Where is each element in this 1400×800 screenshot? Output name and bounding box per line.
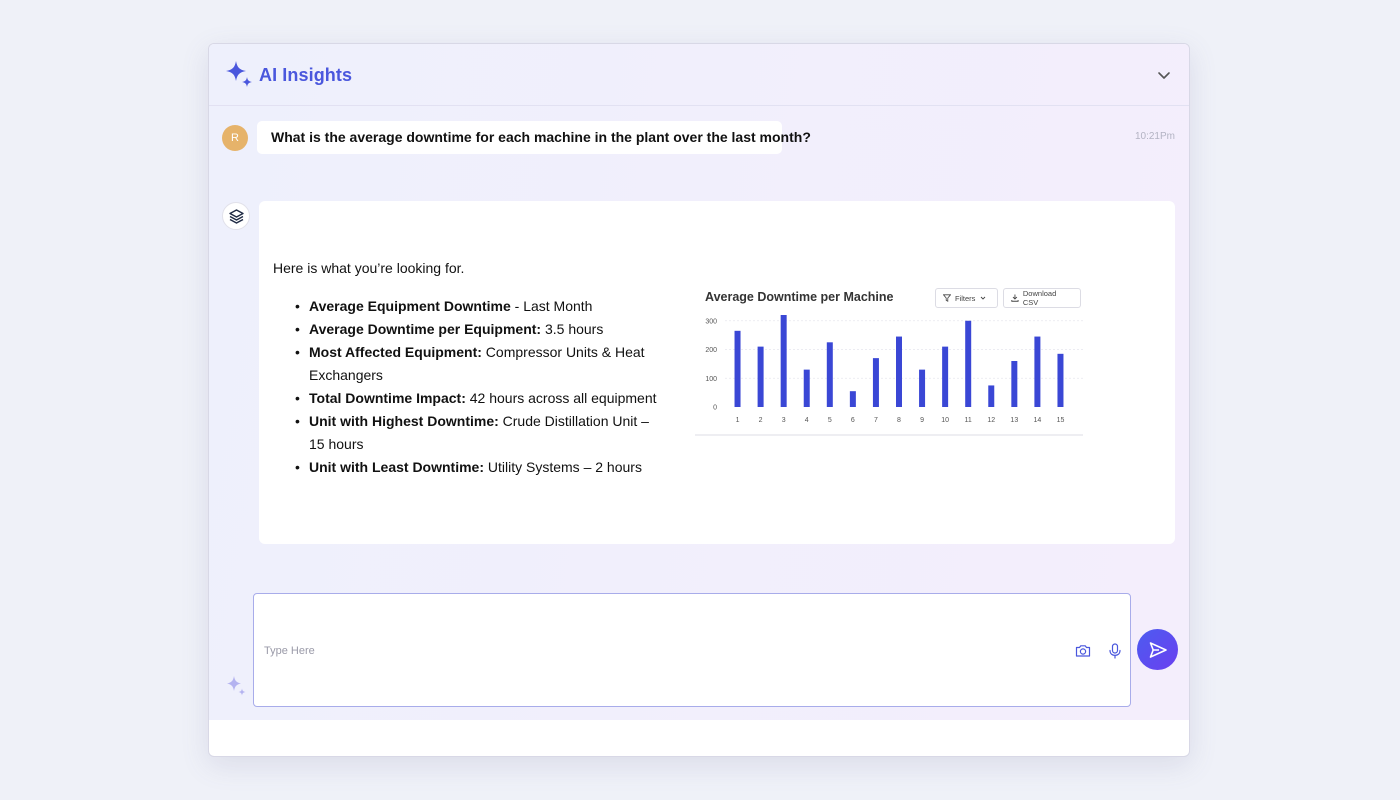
bullet-label: Unit with Least Downtime: <box>309 459 484 475</box>
microphone-icon[interactable] <box>1107 642 1123 660</box>
download-csv-button[interactable]: Download CSV <box>1003 288 1081 308</box>
chart-bar <box>1057 353 1064 407</box>
chart-bar <box>942 346 949 407</box>
x-tick-label: 1 <box>736 417 740 424</box>
layers-icon <box>229 209 244 224</box>
camera-icon[interactable] <box>1074 642 1092 660</box>
chart-bar <box>919 369 926 407</box>
chart-bar <box>988 385 995 407</box>
message-input[interactable] <box>264 641 1054 661</box>
list-item: Total Downtime Impact: 42 hours across a… <box>295 387 665 410</box>
x-tick-label: 6 <box>851 417 855 424</box>
chart-bar <box>872 358 879 407</box>
sparkle-icon <box>226 61 252 87</box>
chart-bar <box>1011 361 1018 407</box>
download-csv-label: Download CSV <box>1022 289 1057 307</box>
chart-title: Average Downtime per Machine <box>705 290 894 304</box>
x-tick-label: 3 <box>782 417 786 424</box>
download-icon <box>1011 294 1019 302</box>
y-tick-label: 100 <box>705 376 717 383</box>
list-item: Most Affected Equipment: Compressor Unit… <box>295 341 665 387</box>
bullet-label: Average Downtime per Equipment: <box>309 321 542 337</box>
y-tick-label: 300 <box>705 318 717 325</box>
bot-avatar <box>222 202 250 230</box>
x-tick-label: 2 <box>759 417 763 424</box>
x-tick-label: 8 <box>897 417 901 424</box>
message-composer <box>253 593 1131 707</box>
bullet-value: 3.5 hours <box>541 321 604 337</box>
x-tick-label: 14 <box>1034 417 1042 424</box>
chart-bar <box>803 369 810 407</box>
chart-bar <box>896 336 902 407</box>
bot-response-card: Here is what you’re looking for. Average… <box>259 201 1175 544</box>
x-tick-label: 11 <box>965 417 972 424</box>
bullet-label: Most Affected Equipment: <box>309 344 482 360</box>
bar-chart: 01002003001 2 3 4 5 6 7 8 9 10 11 12 13 14 15 <box>695 315 1083 436</box>
chat-window: AI Insights R What is the average downti… <box>208 43 1190 757</box>
x-tick-label: 9 <box>920 417 924 424</box>
chart-bar <box>965 320 972 407</box>
chart-bar <box>757 346 764 407</box>
x-tick-label: 15 <box>1057 417 1065 424</box>
filters-button[interactable]: Filters <box>935 288 998 308</box>
message-timestamp: 10:21Pm <box>1134 131 1175 142</box>
chart-bar <box>826 342 833 407</box>
insight-list: Average Equipment Downtime - Last Month … <box>295 295 665 479</box>
list-item: Unit with Highest Downtime: Crude Distil… <box>295 410 665 456</box>
x-tick-label: 5 <box>828 417 832 424</box>
response-intro: Here is what you’re looking for. <box>273 260 465 276</box>
list-item: Average Downtime per Equipment: 3.5 hour… <box>295 318 665 341</box>
sparkle-icon <box>227 676 246 696</box>
composer-area <box>209 580 1189 720</box>
chevron-down-icon <box>981 296 986 300</box>
list-item: Unit with Least Downtime: Utility System… <box>295 456 665 479</box>
chevron-down-icon[interactable] <box>1155 66 1173 84</box>
bullet-value: Utility Systems – 2 hours <box>484 459 642 475</box>
y-tick-label: 200 <box>705 347 717 354</box>
panel-title: AI Insights <box>259 65 353 85</box>
list-item: Average Equipment Downtime - Last Month <box>295 295 665 318</box>
y-tick-label: 0 <box>713 405 717 412</box>
bullet-label: Unit with Highest Downtime: <box>309 413 499 429</box>
chart-bar <box>780 315 787 407</box>
send-icon <box>1149 641 1167 658</box>
user-avatar: R <box>222 125 248 151</box>
chart-bar <box>1034 336 1041 407</box>
filters-label: Filters <box>955 293 976 303</box>
x-tick-label: 12 <box>987 417 995 424</box>
x-tick-label: 7 <box>874 417 878 424</box>
bullet-label: Total Downtime Impact: <box>309 390 466 406</box>
x-tick-label: 13 <box>1010 417 1018 424</box>
chart-bar <box>849 391 856 407</box>
bullet-value: - Last Month <box>510 298 593 314</box>
chat-panel: AI Insights R What is the average downti… <box>209 44 1189 720</box>
chart-bar <box>734 330 741 407</box>
bullet-value: 42 hours across all equipment <box>465 390 657 406</box>
x-tick-label: 4 <box>805 417 809 424</box>
user-message: What is the average downtime for each ma… <box>257 121 811 154</box>
x-tick-label: 10 <box>941 417 949 424</box>
chat-header: AI Insights <box>209 44 1189 106</box>
filter-icon <box>943 294 951 302</box>
send-button[interactable] <box>1137 629 1178 670</box>
bullet-label: Average Equipment Downtime <box>309 298 511 314</box>
